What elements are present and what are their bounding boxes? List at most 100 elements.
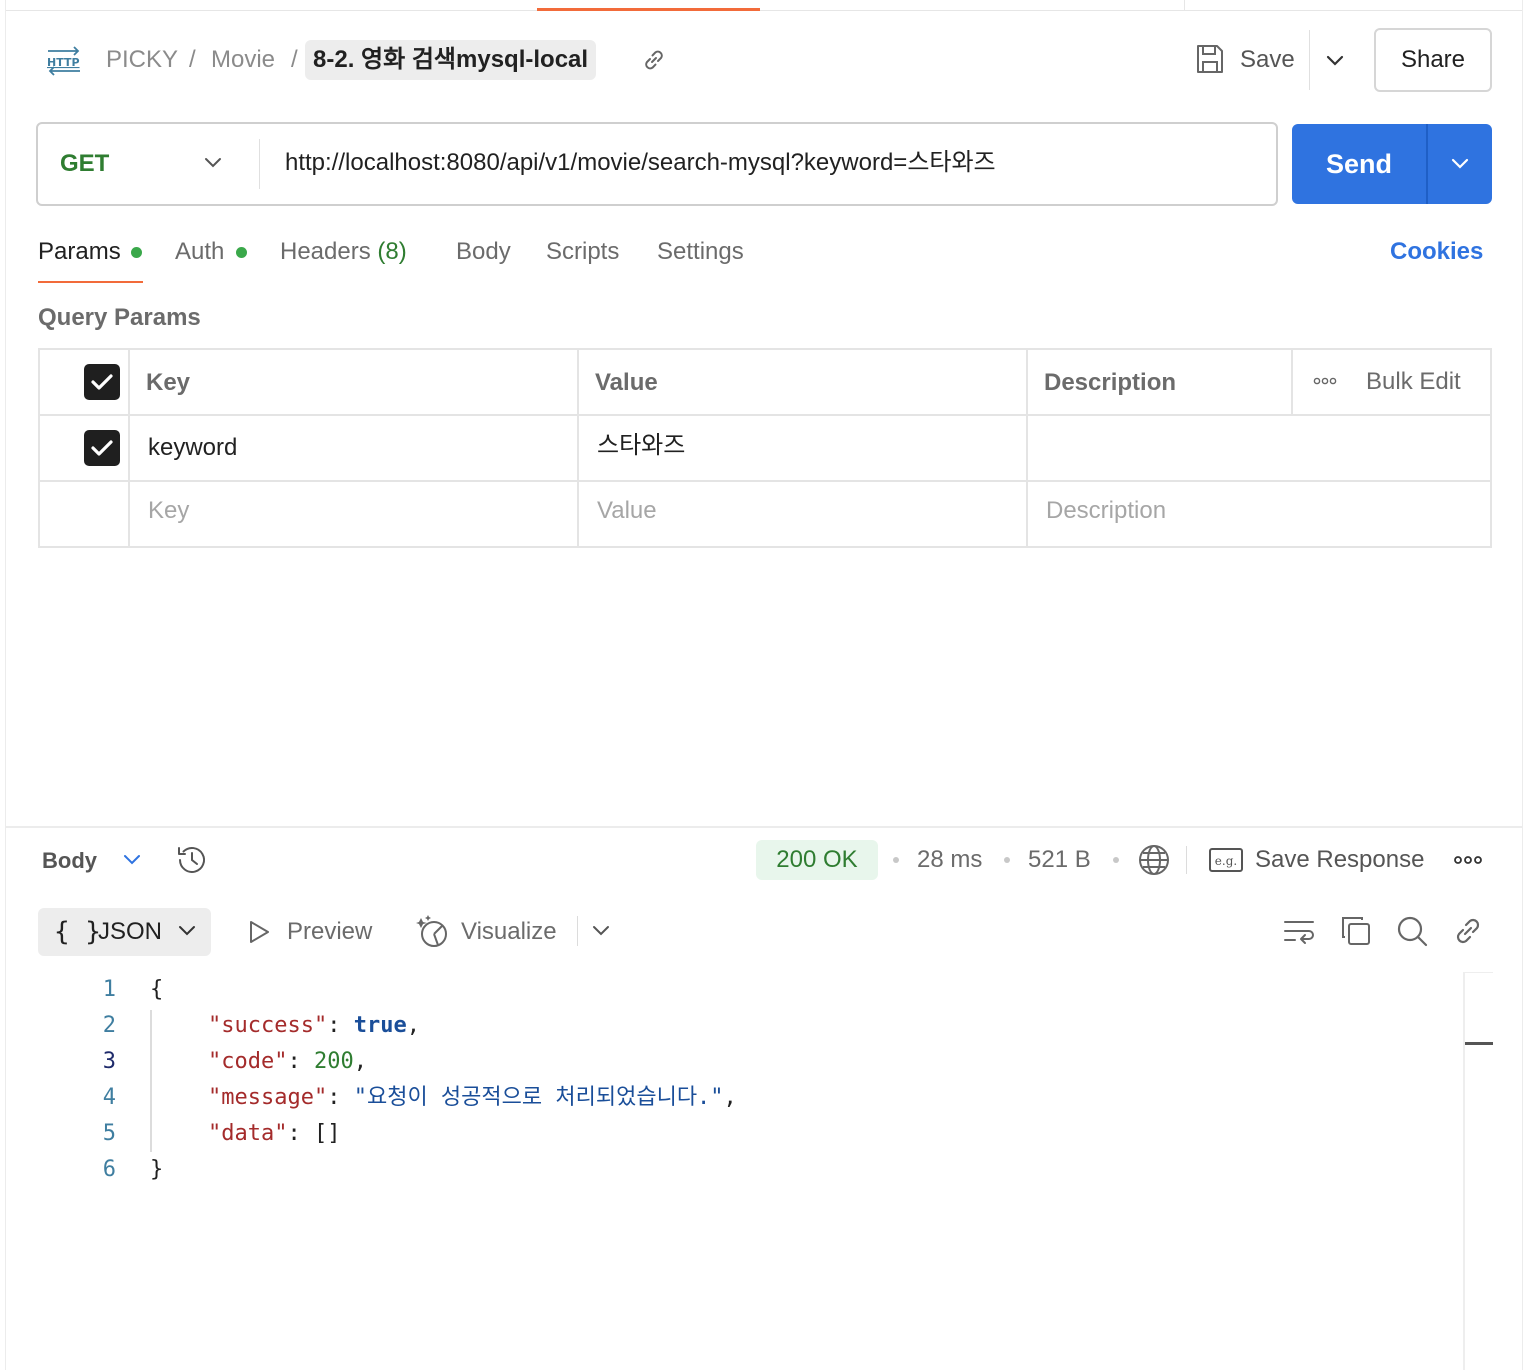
history-icon[interactable] — [174, 842, 210, 878]
response-time[interactable]: 28 ms — [917, 844, 982, 876]
tab-scripts[interactable]: Scripts — [546, 236, 619, 268]
example-icon[interactable]: e.g. — [1208, 846, 1244, 874]
table-row-divider — [38, 480, 1492, 482]
json-boolean: true — [353, 1013, 407, 1038]
line-number: 5 — [102, 1121, 116, 1146]
preview-button[interactable]: Preview — [287, 916, 372, 948]
table-col-divider — [1291, 348, 1293, 414]
json-array: [] — [313, 1121, 341, 1146]
breadcrumb-collection[interactable]: Movie — [211, 44, 275, 76]
visualize-icon[interactable] — [416, 914, 450, 950]
json-colon: : — [287, 1049, 314, 1074]
more-options-icon[interactable] — [1452, 850, 1484, 870]
param-enabled-checkbox[interactable] — [84, 430, 120, 466]
json-key: "data" — [208, 1121, 288, 1146]
code-line[interactable]: { — [150, 972, 163, 1008]
copy-icon[interactable] — [1339, 914, 1373, 948]
query-params-table — [38, 348, 1492, 548]
code-line[interactable]: "success": true, — [208, 1008, 420, 1044]
search-icon[interactable] — [1395, 914, 1429, 948]
table-row-divider — [38, 414, 1492, 416]
request-name[interactable]: 8-2. 영화 검색mysql-local — [305, 40, 597, 80]
code-line[interactable]: "message": "요청이 성공적으로 처리되었습니다.", — [208, 1080, 737, 1116]
wrap-lines-icon[interactable] — [1282, 914, 1316, 948]
link-icon[interactable] — [1451, 914, 1485, 948]
format-select-label: JSON — [98, 918, 163, 945]
new-param-description-input[interactable]: Description — [1046, 495, 1166, 527]
response-size[interactable]: 521 B — [1028, 844, 1091, 876]
link-icon[interactable] — [640, 46, 668, 74]
status-badge[interactable]: 200 OK — [756, 840, 878, 880]
code-line[interactable]: "data": [] — [208, 1116, 340, 1152]
method-select[interactable]: GET — [60, 148, 109, 180]
tab-settings[interactable]: Settings — [657, 236, 744, 268]
column-header-description: Description — [1044, 369, 1177, 396]
more-options-icon[interactable] — [1312, 374, 1338, 388]
json-close-brace: } — [150, 1157, 164, 1182]
param-value-cell[interactable]: 스타와즈 — [597, 430, 685, 462]
json-comma: , — [723, 1085, 737, 1110]
chevron-down-icon[interactable] — [200, 150, 226, 176]
play-icon[interactable] — [246, 918, 272, 946]
url-input[interactable]: http://localhost:8080/api/v1/movie/searc… — [285, 146, 996, 180]
json-number: 200 — [313, 1049, 354, 1074]
save-icon[interactable] — [1194, 42, 1226, 76]
chevron-down-icon[interactable] — [1446, 150, 1474, 178]
visualize-divider — [577, 916, 578, 946]
breadcrumb-workspace[interactable]: PICKY — [106, 44, 178, 76]
minimap-cursor-marker — [1465, 1042, 1493, 1045]
line-number: 4 — [102, 1085, 116, 1110]
params-active-dot — [131, 247, 142, 258]
send-button[interactable]: Send — [1292, 124, 1426, 204]
tab-headers[interactable]: Headers (8) — [280, 236, 407, 268]
chevron-down-icon[interactable] — [120, 848, 144, 872]
line-number: 1 — [102, 977, 116, 1002]
json-key: "code" — [208, 1049, 288, 1074]
panel-left-edge — [5, 0, 6, 1370]
response-pane-divider[interactable] — [6, 826, 1522, 828]
share-button[interactable]: Share — [1374, 28, 1492, 92]
bulk-edit-button[interactable]: Bulk Edit — [1366, 366, 1461, 398]
visualize-button[interactable]: Visualize — [461, 916, 557, 948]
cookies-link[interactable]: Cookies — [1390, 236, 1483, 268]
json-colon: : — [327, 1013, 354, 1038]
method-divider — [259, 139, 260, 189]
json-colon: : — [287, 1121, 314, 1146]
param-key-cell[interactable]: keyword — [148, 432, 237, 464]
minimap-border — [1463, 972, 1493, 973]
save-button[interactable]: Save — [1240, 44, 1295, 76]
tab-auth[interactable]: Auth — [175, 236, 224, 268]
response-meta-divider — [1186, 846, 1187, 874]
json-braces-icon: { } — [54, 917, 101, 947]
active-tab-indicator[interactable] — [537, 8, 760, 11]
chevron-down-icon[interactable] — [590, 920, 612, 942]
query-params-title: Query Params — [38, 304, 201, 331]
new-param-key-input[interactable]: Key — [148, 495, 189, 527]
code-line[interactable]: } — [150, 1152, 163, 1188]
line-number: 3 — [102, 1049, 116, 1074]
code-line[interactable]: "code": 200, — [208, 1044, 367, 1080]
tab-divider — [1184, 0, 1185, 11]
table-col-divider — [577, 348, 579, 548]
tab-body[interactable]: Body — [456, 236, 511, 268]
tab-params[interactable]: Params — [38, 236, 121, 268]
check-icon — [91, 374, 113, 390]
json-key: "message" — [208, 1085, 328, 1110]
json-key: "success" — [208, 1013, 328, 1038]
new-param-value-input[interactable]: Value — [597, 495, 657, 527]
minimap-scrollbar[interactable] — [1463, 972, 1465, 1370]
response-body-label[interactable]: Body — [42, 846, 97, 876]
globe-icon[interactable] — [1136, 842, 1172, 878]
save-divider — [1309, 30, 1310, 90]
table-col-divider — [128, 348, 130, 548]
chevron-down-icon[interactable] — [176, 920, 198, 942]
select-all-checkbox[interactable] — [84, 364, 120, 400]
line-number: 2 — [102, 1013, 116, 1038]
column-header-key: Key — [146, 369, 191, 396]
send-divider — [1426, 124, 1428, 204]
save-response-button[interactable]: Save Response — [1255, 844, 1424, 876]
headers-count-badge: (8) — [377, 238, 407, 265]
breadcrumb-separator: / — [189, 46, 196, 73]
chevron-down-icon[interactable] — [1322, 48, 1348, 74]
json-comma: , — [406, 1013, 420, 1038]
